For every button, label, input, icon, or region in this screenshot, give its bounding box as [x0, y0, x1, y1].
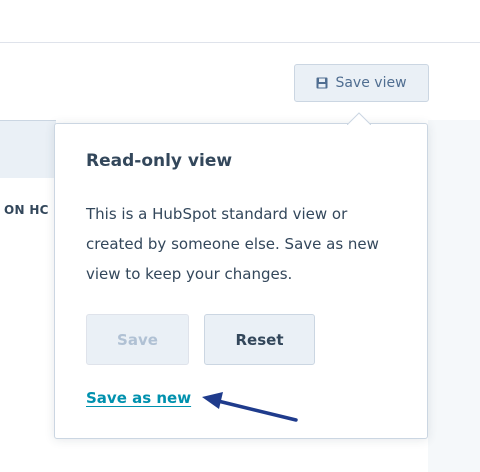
reset-button[interactable]: Reset	[204, 314, 315, 365]
floppy-disk-icon	[316, 77, 328, 89]
popover-arrow	[347, 112, 371, 125]
save-as-new-link[interactable]: Save as new	[86, 389, 191, 407]
popover-body-text: This is a HubSpot standard view or creat…	[86, 205, 379, 283]
page: ON HC Save view Read-only view This is a…	[0, 0, 480, 472]
save-view-label: Save view	[335, 75, 407, 91]
right-panel-strip	[428, 120, 480, 472]
top-divider	[0, 42, 480, 43]
arrow-left-icon	[202, 392, 298, 422]
column-header-partial: ON HC	[4, 203, 49, 217]
save-button[interactable]: Save	[86, 314, 189, 365]
save-view-button[interactable]: Save view	[294, 64, 429, 102]
popover-title: Read-only view	[86, 151, 233, 171]
table-header-strip	[0, 120, 56, 178]
